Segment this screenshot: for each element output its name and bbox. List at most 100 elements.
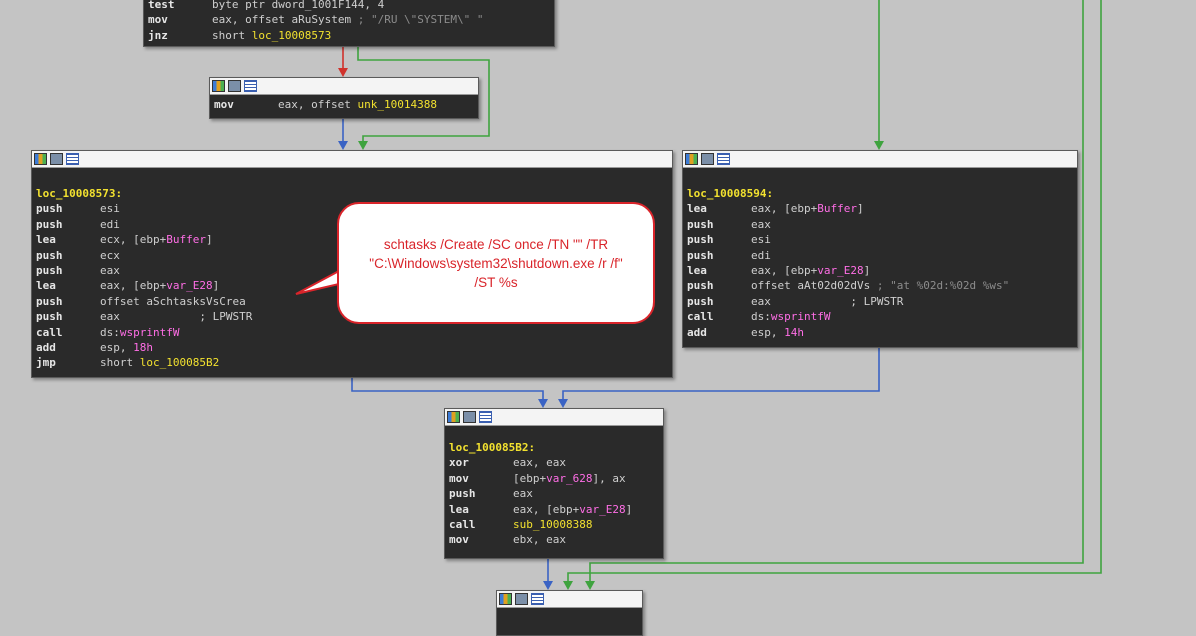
code-line[interactable]: add esp, 18h [36, 340, 668, 355]
code-line[interactable]: mov eax, offset unk_10014388 [214, 97, 474, 112]
operand: eax, offset [278, 98, 358, 111]
code-line[interactable]: push eax [449, 486, 659, 501]
mnemonic: add [687, 325, 707, 339]
text-view-icon[interactable] [66, 153, 79, 165]
mnemonic: push [36, 217, 63, 231]
operand: var_E28 [579, 502, 626, 516]
operand: eax [100, 263, 120, 277]
text-view-icon[interactable] [479, 411, 492, 423]
code-block-top[interactable]: test byte ptr dword_1001F144, 4 mov eax, of… [143, 0, 555, 47]
operand: Buffer [817, 202, 857, 216]
operand: eax, [ebp+ [751, 263, 818, 277]
mnemonic: test [148, 0, 175, 11]
code-line[interactable]: loc_10008594: [687, 186, 1073, 201]
arrowhead [358, 141, 368, 150]
mnemonic: xor [449, 456, 469, 470]
code-label: loc_10008573: [36, 187, 123, 200]
code-line[interactable]: add esp, 14h [687, 325, 1073, 340]
code-line[interactable]: mov ebx, eax [449, 532, 659, 547]
code-line[interactable]: push offset aAt02d02dVs ; "at %02d:%02d %… [687, 278, 1073, 293]
text-view-icon[interactable] [717, 153, 730, 165]
block-titlebar [497, 591, 642, 608]
code-line[interactable]: call sub_10008388 [449, 517, 659, 532]
code-line[interactable]: push eax ; LPWSTR [687, 294, 1073, 309]
operand: wsprintfW [770, 310, 831, 324]
operand: ] [856, 202, 864, 216]
mnemonic: lea [449, 502, 469, 516]
operand: eax, offset aRuSystem [212, 13, 358, 27]
block-code: mov eax, offset unk_10014388 [210, 95, 478, 114]
image-icon[interactable] [50, 153, 63, 165]
operand: eax, [ebp+ [751, 202, 818, 216]
operand: short [100, 356, 140, 370]
block-code: loc_100085B2: xor eax, eax mov [ebp+var_628]… [445, 426, 663, 550]
operand: sub_10008388 [513, 517, 593, 531]
code-line[interactable]: lea eax, [ebp+Buffer] [687, 201, 1073, 216]
code-label: loc_10008594: [687, 187, 774, 200]
image-icon[interactable] [463, 411, 476, 423]
operand: ] [205, 233, 213, 247]
annotation-text: schtasks /Create /SC once /TN "" /TR "C:… [369, 236, 623, 290]
arrowhead [558, 399, 568, 408]
graph-view-icon[interactable] [499, 593, 512, 605]
code-line[interactable]: call ds:wsprintfW [687, 309, 1073, 324]
arrowhead [338, 141, 348, 150]
operand: ] [212, 279, 220, 293]
arrowhead [585, 581, 595, 590]
graph-view-icon[interactable] [685, 153, 698, 165]
code-line[interactable]: jmp short loc_100085B2 [36, 355, 668, 370]
operand: eax [751, 217, 771, 231]
mnemonic: jmp [36, 356, 56, 370]
block-titlebar [210, 78, 478, 95]
graph-view-icon[interactable] [212, 80, 225, 92]
operand: Buffer [166, 233, 206, 247]
code-line[interactable]: loc_10008573: [36, 186, 668, 201]
image-icon[interactable] [228, 80, 241, 92]
code-line[interactable]: push esi [687, 232, 1073, 247]
code-block-loc-100085B2[interactable]: loc_100085B2: xor eax, eax mov [ebp+var_628]… [444, 408, 664, 559]
mnemonic: push [36, 263, 63, 277]
code-line[interactable]: push edi [687, 248, 1073, 263]
image-icon[interactable] [515, 593, 528, 605]
operand: [ebp+ [513, 471, 547, 485]
mnemonic: push [687, 294, 714, 308]
mnemonic: lea [36, 233, 56, 247]
code-line[interactable]: loc_100085B2: [449, 440, 659, 455]
text-view-icon[interactable] [244, 80, 257, 92]
operand: ; "/RU \"SYSTEM\" " [357, 13, 484, 27]
code-block-bottom[interactable] [496, 590, 643, 636]
code-block-small[interactable]: mov eax, offset unk_10014388 [209, 77, 479, 119]
edge-left-to-middle [351, 377, 544, 404]
operand: ; "at %02d:%02d %ws" [876, 279, 1010, 293]
operand: esi [751, 233, 771, 247]
block-titlebar [32, 151, 672, 168]
graph-view-icon[interactable] [447, 411, 460, 423]
arrowhead [538, 399, 548, 408]
mnemonic: mov [449, 533, 469, 547]
code-line[interactable]: test byte ptr dword_1001F144, 4 [148, 0, 550, 12]
code-line[interactable]: mov [ebp+var_628], ax [449, 471, 659, 486]
code-line[interactable]: lea eax, [ebp+var_E28] [687, 263, 1073, 278]
code-line[interactable]: jnz short loc_10008573 [148, 28, 550, 43]
operand: ecx [100, 248, 120, 262]
mnemonic: push [36, 248, 63, 262]
operand: eax, [ebp+ [100, 279, 167, 293]
image-icon[interactable] [701, 153, 714, 165]
text-view-icon[interactable] [531, 593, 544, 605]
operand: ds: [100, 325, 120, 339]
mnemonic: call [449, 517, 476, 531]
graph-view-icon[interactable] [34, 153, 47, 165]
operand: ] [625, 502, 633, 516]
code-line[interactable]: call ds:wsprintfW [36, 325, 668, 340]
mnemonic: push [449, 487, 476, 501]
operand: edi [751, 248, 771, 262]
code-line[interactable]: lea eax, [ebp+var_E28] [449, 502, 659, 517]
code-label: loc_100085B2: [449, 441, 536, 454]
code-line[interactable]: xor eax, eax [449, 455, 659, 470]
mnemonic: mov [214, 98, 234, 111]
code-line[interactable]: push eax [687, 217, 1073, 232]
code-line[interactable]: mov eax, offset aRuSystem ; "/RU \"SYSTEM… [148, 12, 550, 27]
mnemonic: call [36, 325, 63, 339]
operand: 18h [133, 340, 153, 354]
code-block-loc-10008594[interactable]: loc_10008594: lea eax, [ebp+Buffer] push eax… [682, 150, 1078, 348]
